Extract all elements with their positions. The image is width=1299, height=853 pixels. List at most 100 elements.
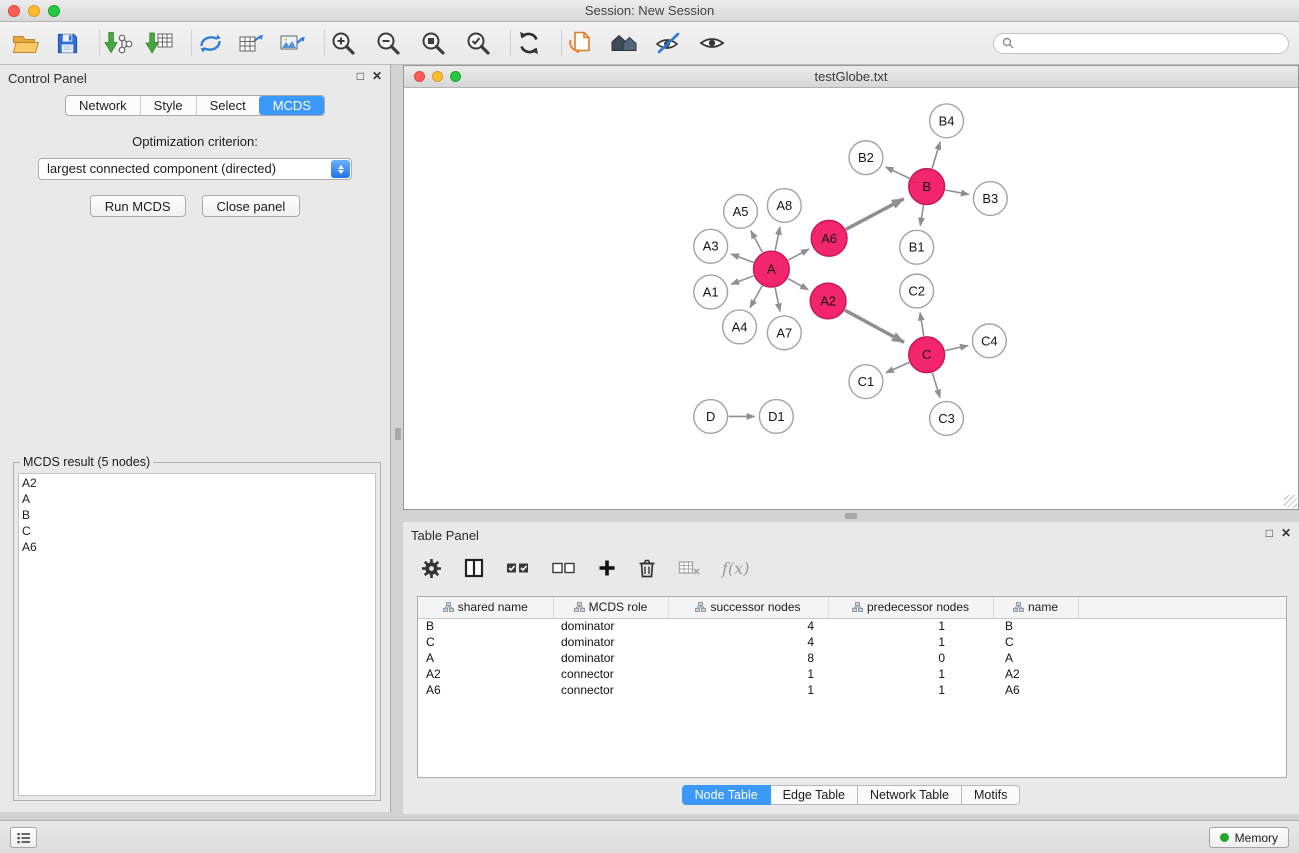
export-image-button[interactable] xyxy=(274,26,310,60)
node-C4[interactable]: C4 xyxy=(972,324,1006,358)
table-cell[interactable]: 1 xyxy=(828,666,993,682)
import-table-button[interactable] xyxy=(141,26,177,60)
splitter-handle-vertical[interactable] xyxy=(395,428,401,440)
node-A6[interactable]: A6 xyxy=(811,220,847,256)
edge-A-A3[interactable] xyxy=(731,254,753,262)
edge-C-C4[interactable] xyxy=(945,346,968,351)
tab-edge-table[interactable]: Edge Table xyxy=(771,785,858,805)
node-B3[interactable]: B3 xyxy=(973,182,1007,216)
table-cell[interactable]: A2 xyxy=(993,666,1078,682)
table-cell[interactable]: 8 xyxy=(668,650,828,666)
table-row[interactable]: Adominator80A xyxy=(418,650,1286,666)
edge-B-B2[interactable] xyxy=(886,167,910,178)
node-D1[interactable]: D1 xyxy=(759,400,793,434)
table-cell[interactable]: dominator xyxy=(553,650,668,666)
delete-column-button[interactable] xyxy=(638,554,656,582)
node-A2[interactable]: A2 xyxy=(810,283,846,319)
result-item[interactable]: A xyxy=(19,491,375,507)
zoom-selected-button[interactable] xyxy=(460,26,496,60)
edge-A-A8[interactable] xyxy=(775,227,780,251)
table-cell[interactable]: A xyxy=(418,650,553,666)
column-header-shared-name[interactable]: shared name xyxy=(418,597,553,618)
table-cell[interactable]: A6 xyxy=(418,682,553,698)
edge-A6-B[interactable] xyxy=(846,199,904,230)
resize-grip[interactable] xyxy=(1284,495,1297,508)
column-header-successor-nodes[interactable]: successor nodes xyxy=(668,597,828,618)
table-cell[interactable]: 4 xyxy=(668,634,828,650)
function-builder-button[interactable]: f(x) xyxy=(722,554,749,582)
node-A8[interactable]: A8 xyxy=(767,189,801,223)
tab-node-table[interactable]: Node Table xyxy=(682,785,771,805)
optimization-criterion-select[interactable]: largest connected component (directed) xyxy=(38,158,352,180)
home-view-button[interactable] xyxy=(606,26,642,60)
splitter-handle-horizontal[interactable] xyxy=(845,513,857,519)
edge-C-C3[interactable] xyxy=(932,373,940,398)
node-C[interactable]: C xyxy=(909,337,945,373)
table-cell[interactable]: A2 xyxy=(418,666,553,682)
table-cell[interactable]: 1 xyxy=(668,666,828,682)
search-box[interactable] xyxy=(993,33,1289,54)
node-C2[interactable]: C2 xyxy=(900,274,934,308)
node-table[interactable]: shared nameMCDS rolesuccessor nodesprede… xyxy=(417,596,1287,778)
zoom-in-button[interactable] xyxy=(325,26,361,60)
table-cell[interactable]: 1 xyxy=(828,634,993,650)
tab-motifs[interactable]: Motifs xyxy=(962,785,1020,805)
edge-A-A1[interactable] xyxy=(731,276,753,284)
node-A5[interactable]: A5 xyxy=(724,194,758,228)
edge-A-A7[interactable] xyxy=(775,288,780,312)
edge-C-C1[interactable] xyxy=(886,362,909,372)
float-panel-icon[interactable]: □ xyxy=(357,69,364,83)
table-cell[interactable]: dominator xyxy=(553,618,668,634)
title-bar[interactable]: Session: New Session xyxy=(0,0,1299,22)
open-session-button[interactable] xyxy=(8,26,44,60)
show-panels-button[interactable] xyxy=(10,827,37,848)
tab-style[interactable]: Style xyxy=(140,96,196,115)
close-panel-icon[interactable]: ✕ xyxy=(372,69,382,83)
edge-C-C2[interactable] xyxy=(920,313,924,336)
table-settings-button[interactable] xyxy=(421,554,442,582)
column-header-predecessor-nodes[interactable]: predecessor nodes xyxy=(828,597,993,618)
table-cell[interactable]: A6 xyxy=(993,682,1078,698)
tab-mcds[interactable]: MCDS xyxy=(259,96,324,115)
edge-A2-C[interactable] xyxy=(845,310,904,342)
node-B4[interactable]: B4 xyxy=(930,104,964,138)
node-C3[interactable]: C3 xyxy=(930,402,964,436)
import-network-button[interactable] xyxy=(100,26,136,60)
zoom-fit-button[interactable] xyxy=(415,26,451,60)
table-cell[interactable]: B xyxy=(993,618,1078,634)
tab-network-table[interactable]: Network Table xyxy=(858,785,962,805)
save-session-button[interactable] xyxy=(49,26,85,60)
export-table-button[interactable] xyxy=(233,26,269,60)
toggle-graphics-details-button[interactable] xyxy=(650,26,686,60)
table-row[interactable]: Bdominator41B xyxy=(418,618,1286,634)
edge-B-B1[interactable] xyxy=(920,205,923,226)
select-all-button[interactable] xyxy=(506,554,530,582)
tab-network[interactable]: Network xyxy=(66,96,140,115)
show-columns-button[interactable] xyxy=(464,554,484,582)
result-item[interactable]: A6 xyxy=(19,539,375,555)
run-mcds-button[interactable]: Run MCDS xyxy=(90,195,186,217)
float-table-panel-icon[interactable]: □ xyxy=(1266,526,1273,540)
network-window-titlebar[interactable]: testGlobe.txt xyxy=(404,66,1298,88)
column-header-name[interactable]: name xyxy=(993,597,1078,618)
node-A[interactable]: A xyxy=(753,251,789,287)
memory-button[interactable]: Memory xyxy=(1209,827,1289,848)
table-cell[interactable]: 1 xyxy=(828,682,993,698)
table-cell[interactable]: C xyxy=(418,634,553,650)
export-network-button[interactable] xyxy=(192,26,228,60)
table-cell[interactable]: C xyxy=(993,634,1078,650)
network-canvas[interactable]: B4B2BB3A5A8A6B1A3AC2A1A2A4A7C4CC1C3DD1 xyxy=(404,88,1298,509)
network-graph[interactable]: B4B2BB3A5A8A6B1A3AC2A1A2A4A7C4CC1C3DD1 xyxy=(404,88,1298,509)
table-cell[interactable]: 1 xyxy=(668,682,828,698)
result-item[interactable]: C xyxy=(19,523,375,539)
table-row[interactable]: A2connector11A2 xyxy=(418,666,1286,682)
node-A7[interactable]: A7 xyxy=(767,316,801,350)
column-header-MCDS-role[interactable]: MCDS role xyxy=(553,597,668,618)
close-table-panel-icon[interactable]: ✕ xyxy=(1281,526,1291,540)
deselect-all-button[interactable] xyxy=(552,554,576,582)
table-row[interactable]: Cdominator41C xyxy=(418,634,1286,650)
table-cell[interactable]: connector xyxy=(553,666,668,682)
node-D[interactable]: D xyxy=(694,400,728,434)
node-A3[interactable]: A3 xyxy=(694,229,728,263)
mcds-result-list[interactable]: A2ABCA6 xyxy=(18,473,376,796)
